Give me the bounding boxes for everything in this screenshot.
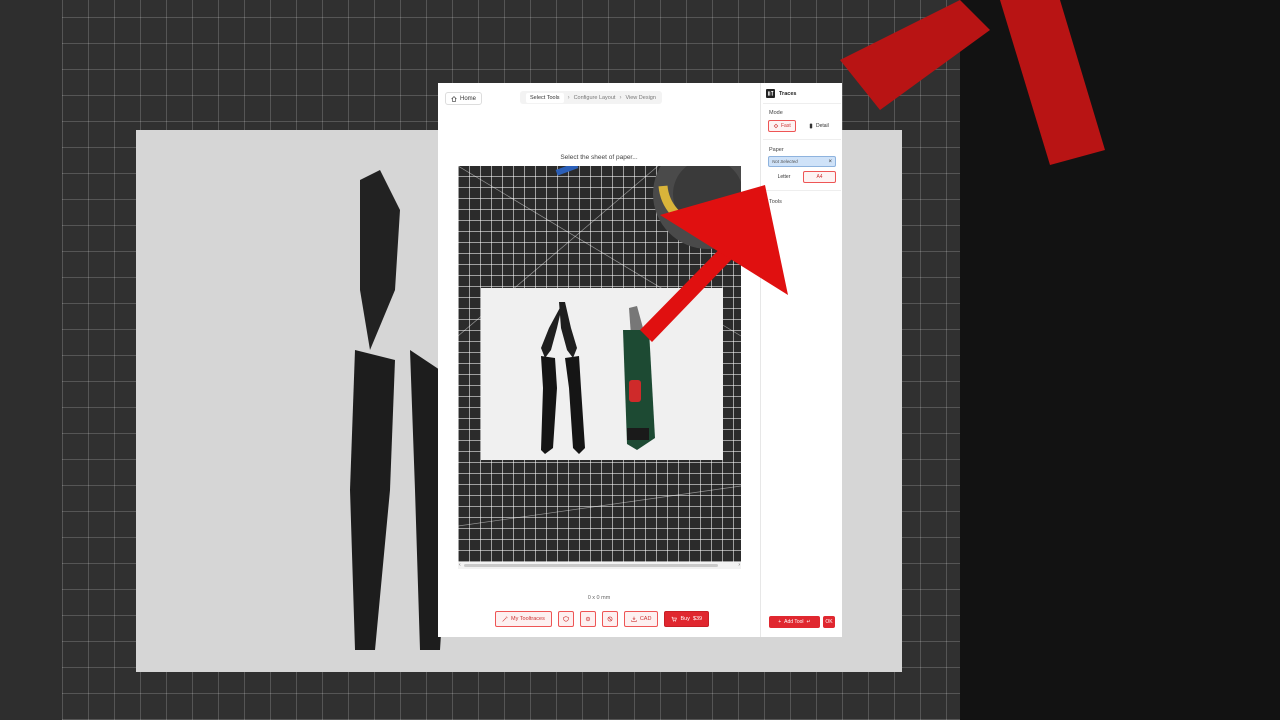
step-select-tools[interactable]: Select Tools xyxy=(526,92,564,103)
mode-fast-button[interactable]: Fast xyxy=(768,120,796,132)
stepper: Select Tools › Configure Layout › View D… xyxy=(520,91,662,104)
enter-icon: ↵ xyxy=(806,619,811,625)
home-icon xyxy=(451,95,457,102)
add-tool-label: Add Tool xyxy=(784,619,804,625)
buy-button[interactable]: Buy $39 xyxy=(664,611,710,627)
step-view-design[interactable]: View Design xyxy=(625,95,655,101)
chevron-right-icon: › xyxy=(567,94,570,101)
close-icon[interactable]: × xyxy=(828,159,832,165)
buy-price: $39 xyxy=(692,616,703,622)
dimensions-readout: 0 x 0 mm xyxy=(587,595,611,601)
sidebar-header: Traces xyxy=(766,89,796,98)
paper-option-a4[interactable]: A4 xyxy=(803,171,836,183)
buy-label: Buy xyxy=(680,616,690,622)
background-pliers-image xyxy=(350,170,450,650)
mode-label: Mode xyxy=(769,110,783,116)
scrollbar-thumb[interactable] xyxy=(464,564,718,567)
my-tooltraces-button[interactable]: My Tooltraces xyxy=(495,611,552,627)
home-button[interactable]: Home xyxy=(445,92,483,105)
horizontal-scrollbar[interactable]: ‹ › xyxy=(458,562,741,569)
action-bar: My Tooltraces CAD Buy $39 xyxy=(495,611,710,627)
fast-icon xyxy=(773,123,779,129)
paper-value: Not Selected xyxy=(772,159,798,164)
cad-label: CAD xyxy=(639,616,652,622)
circle-slash-icon xyxy=(607,616,613,622)
paper-label: Paper xyxy=(769,147,784,153)
divider xyxy=(763,139,841,140)
divider xyxy=(763,103,841,104)
instruction-text: Select the sheet of paper... xyxy=(560,154,638,161)
chevron-right-icon: › xyxy=(619,94,622,101)
mode-detail-button[interactable]: Detail xyxy=(804,120,833,132)
ok-button[interactable]: OK xyxy=(823,616,835,628)
wand-icon xyxy=(502,616,508,622)
gear-icon xyxy=(585,616,590,622)
app-title: Traces xyxy=(779,90,797,97)
scroll-right-icon[interactable]: › xyxy=(738,562,740,569)
annotation-arrow xyxy=(640,185,788,342)
cart-icon xyxy=(672,616,678,622)
logo-icon xyxy=(766,89,775,98)
shield-button[interactable] xyxy=(557,611,574,627)
home-label: Home xyxy=(460,95,477,102)
download-icon xyxy=(631,616,637,622)
detail-icon xyxy=(809,123,813,129)
mode-fast-label: Fast xyxy=(781,123,791,129)
add-tool-button[interactable]: + Add Tool ↵ xyxy=(769,616,820,628)
background-red-arrow xyxy=(840,0,1105,165)
paper-select-field[interactable]: Not Selected × xyxy=(768,156,836,167)
video-frame: Home Select Tools › Configure Layout › V… xyxy=(0,0,1280,720)
cad-button[interactable]: CAD xyxy=(623,611,659,627)
my-tooltraces-label: My Tooltraces xyxy=(511,616,545,622)
plus-icon: + xyxy=(778,619,782,625)
clear-button[interactable] xyxy=(601,611,618,627)
step-configure-layout[interactable]: Configure Layout xyxy=(574,95,616,101)
scroll-left-icon[interactable]: ‹ xyxy=(459,562,461,569)
mode-detail-label: Detail xyxy=(816,123,829,129)
settings-button[interactable] xyxy=(579,611,596,627)
shield-icon xyxy=(563,616,569,622)
